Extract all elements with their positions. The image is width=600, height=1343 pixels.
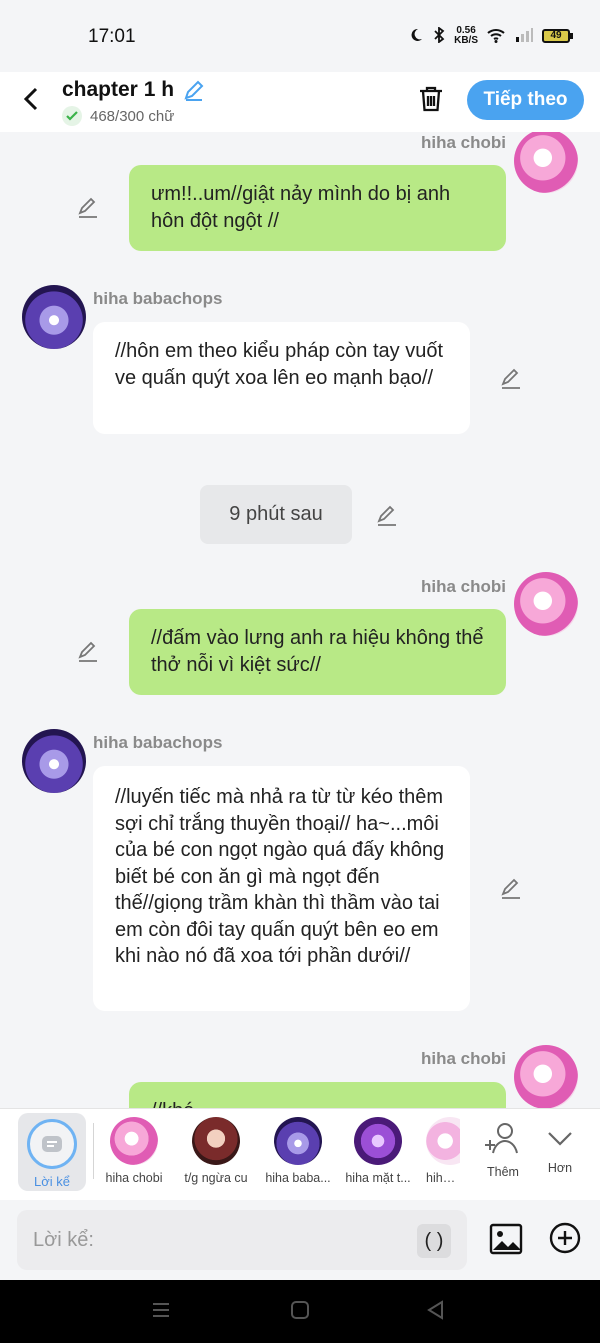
image-icon <box>489 1223 523 1255</box>
pencil-icon <box>78 641 97 662</box>
avatar <box>192 1117 240 1165</box>
character-bar: Lời kể hiha chobi t/g ngừa cu hiha baba.… <box>0 1108 600 1200</box>
pencil-icon <box>501 368 520 389</box>
pencil-icon <box>184 80 204 101</box>
character-hiha-mat-t[interactable]: hiha mặt t... <box>338 1109 418 1201</box>
add-button[interactable] <box>549 1222 581 1259</box>
pencil-icon <box>377 505 396 526</box>
narration-input[interactable]: Lời kể: <box>17 1210 467 1270</box>
character-label: hiha chobi <box>105 1171 163 1185</box>
sender-name: hiha chobi <box>421 577 506 596</box>
edit-message-button[interactable] <box>76 195 100 219</box>
signal-icon <box>514 27 534 46</box>
battery-icon: 49 <box>542 29 573 43</box>
status-bar: 17:01 0.56 KB/S 49 <box>0 0 600 72</box>
sender-name: hiha babachops <box>93 289 223 308</box>
word-counter: 468/300 chữ <box>62 106 174 126</box>
edit-message-button[interactable] <box>499 366 523 390</box>
chat-area[interactable]: hiha chobi ưm!!..um//giật nảy mình do bị… <box>0 132 600 1108</box>
back-button[interactable] <box>18 84 48 114</box>
action-parentheses-button[interactable]: ( ) <box>417 1224 451 1258</box>
character-label: hiha mặt t... <box>345 1171 411 1185</box>
status-icons: 0.56 KB/S 49 <box>408 25 573 46</box>
more-button[interactable]: Hơn <box>524 1109 596 1201</box>
system-back-button[interactable] <box>426 1300 446 1326</box>
sender-name: hiha chobi <box>421 1049 506 1068</box>
avatar <box>110 1117 158 1165</box>
image-button[interactable] <box>489 1222 523 1261</box>
message-bubble[interactable]: //hôn em theo kiểu pháp còn tay vuốt ve … <box>93 322 470 434</box>
menu-icon <box>153 1303 169 1317</box>
edit-time-button[interactable] <box>375 503 399 527</box>
home-button[interactable] <box>290 1300 310 1326</box>
avatar <box>274 1117 322 1165</box>
check-icon <box>62 106 82 126</box>
moon-icon <box>408 27 424 46</box>
narrator-label: Lời kể <box>34 1174 70 1189</box>
avatar-hiha-chobi[interactable] <box>514 132 578 193</box>
pencil-icon <box>78 197 97 218</box>
plus-circle-icon <box>549 1222 581 1254</box>
system-nav-bar <box>0 1280 600 1343</box>
narrator-icon <box>27 1119 77 1169</box>
edit-message-button[interactable] <box>76 639 100 663</box>
avatar <box>426 1117 460 1165</box>
sender-name: hiha chobi <box>421 133 506 152</box>
home-icon <box>291 1301 309 1319</box>
sender-name: hiha babachops <box>93 733 223 752</box>
wifi-icon <box>486 27 506 46</box>
avatar-hiha-chobi[interactable] <box>514 572 578 636</box>
add-user-icon <box>483 1119 523 1159</box>
chevron-down-icon <box>545 1123 575 1153</box>
chevron-left-icon <box>23 87 38 111</box>
message-bubble[interactable]: ưm!!..um//giật nảy mình do bị anh hôn độ… <box>129 165 506 251</box>
avatar-hiha-babachops[interactable] <box>22 285 86 349</box>
character-hiha-k[interactable]: hiha k <box>420 1109 460 1201</box>
narrator-selector[interactable]: Lời kể <box>18 1113 86 1191</box>
avatar-hiha-babachops[interactable] <box>22 729 86 793</box>
character-hiha-babachops[interactable]: hiha baba... <box>258 1109 338 1201</box>
triangle-back-icon <box>427 1300 443 1320</box>
input-bar: Lời kể: ( ) <box>0 1200 600 1280</box>
message-bubble[interactable]: //khá... <box>129 1082 506 1108</box>
delete-button[interactable] <box>416 84 446 119</box>
avatar-hiha-chobi[interactable] <box>514 1045 578 1108</box>
time-skip-chip[interactable]: 9 phút sau <box>200 485 352 544</box>
edit-title-button[interactable] <box>182 78 206 107</box>
character-label: t/g ngừa cu <box>184 1171 248 1185</box>
message-bubble[interactable]: //đấm vào lưng anh ra hiệu không thể thở… <box>129 609 506 695</box>
recents-button[interactable] <box>150 1300 172 1326</box>
network-speed: 0.56 KB/S <box>454 25 478 46</box>
avatar <box>354 1117 402 1165</box>
character-label: hiha baba... <box>265 1171 331 1185</box>
more-label: Hơn <box>547 1161 573 1175</box>
pencil-icon <box>501 878 520 899</box>
word-count-text: 468/300 chữ <box>90 107 175 125</box>
edit-message-button[interactable] <box>499 876 523 900</box>
trash-icon <box>420 86 442 112</box>
message-bubble[interactable]: //luyến tiếc mà nhả ra từ từ kéo thêm sợ… <box>93 766 470 1011</box>
status-time: 17:01 <box>88 26 136 47</box>
character-hiha-chobi[interactable]: hiha chobi <box>94 1109 174 1201</box>
chapter-title: chapter 1 h <box>62 78 175 101</box>
editor-header: chapter 1 h 468/300 chữ Tiếp theo <box>0 72 600 132</box>
character-label: hiha k <box>426 1171 460 1185</box>
next-button[interactable]: Tiếp theo <box>467 80 584 120</box>
character-tg-ngua-cu[interactable]: t/g ngừa cu <box>176 1109 256 1201</box>
bluetooth-icon <box>432 25 446 46</box>
